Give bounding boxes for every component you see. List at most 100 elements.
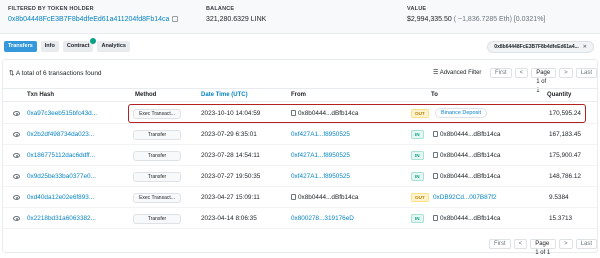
from-address[interactable]: 0xf427A1...f8950525	[291, 152, 350, 159]
to-address-text[interactable]: 0xDB92Cd...007B87f2	[433, 194, 497, 201]
txn-hash-link[interactable]: 0x186775112dac6ddff...	[27, 152, 95, 159]
pager-next-button[interactable]: >	[559, 68, 573, 78]
from-address-text[interactable]: 0xf427A1...f8950525	[291, 131, 350, 138]
eye-icon[interactable]	[13, 132, 20, 137]
value-block: VALUE $2,994,335.50 ( ~1,836.7285 Eth) […	[407, 6, 545, 23]
value-usd: $2,994,335.50	[407, 16, 452, 23]
from-address-text[interactable]: 0xf427A1...f8950525	[291, 152, 350, 159]
transactions-summary: ⇅ A total of 6 transactions found	[9, 69, 102, 77]
close-icon[interactable]: ✕	[583, 44, 587, 50]
tab-analytics[interactable]: Analytics	[97, 41, 130, 52]
to-address: 0x8b0444...dBfb14ca	[433, 131, 500, 138]
datetime-cell: 2023-04-14 8:06:35	[201, 215, 257, 222]
tab-contract-label[interactable]: Contract	[67, 43, 90, 49]
from-address[interactable]: 0x800278...319176eD	[291, 215, 354, 222]
table-header: Txn Hash Method Date Time (UTC) From To …	[3, 88, 597, 102]
table-row: 0x2b2df498734da023... Transfer 2023-07-29 …	[3, 125, 597, 145]
token-holder-summary: FILTERED BY TOKEN HOLDER 0x8b04448FcE3B7…	[0, 0, 600, 34]
value-eth-detail: ( ~1,836.7285 Eth) [0.0321%]	[453, 16, 546, 23]
quantity-cell: 167,183.45	[549, 131, 581, 138]
tab-transfers[interactable]: Transfers	[4, 41, 37, 52]
contract-doc-icon	[433, 152, 438, 158]
value-label: VALUE	[407, 6, 427, 12]
col-datetime[interactable]: Date Time (UTC)	[201, 92, 248, 98]
from-address[interactable]: 0xf427A1...f8950525	[291, 131, 350, 138]
col-quantity: Quantity	[547, 92, 572, 98]
to-address-text: 0x8b0444...dBfb14ca	[440, 152, 501, 159]
contract-doc-icon	[433, 173, 438, 179]
direction-badge: IN	[411, 172, 424, 181]
from-address-text[interactable]: 0xf427A1...f8950525	[291, 173, 350, 180]
quantity-cell: 15.3713	[549, 215, 573, 222]
datetime-cell: 2023-04-27 15:09:11	[201, 194, 260, 201]
quantity-cell: 9.5384	[549, 194, 569, 201]
pager-bottom: First < Page 1 of 1 > Last	[489, 239, 597, 256]
method-badge: Exec Transact...	[133, 193, 181, 203]
pager-last-button[interactable]: Last	[575, 239, 597, 249]
pager-first-button[interactable]: First	[489, 239, 511, 249]
to-address: 0x8b0444...dBfb14ca	[433, 152, 500, 159]
highlight-box	[128, 104, 586, 123]
filter-address-pill[interactable]: 0x8b64448FcE3B7F8b4dfeEd61a4... ✕	[487, 41, 594, 53]
txn-hash-link[interactable]: 0x9d25be33ba0377e0...	[27, 173, 96, 180]
eye-icon[interactable]	[13, 174, 20, 179]
table-row: 0xd40da12e02e6f893... Exec Transact... 202…	[3, 188, 597, 208]
pager-prev-button[interactable]: <	[513, 239, 528, 249]
contract-doc-icon	[433, 131, 438, 137]
to-address[interactable]: 0xDB92Cd...007B87f2	[433, 194, 497, 201]
to-address-text: 0x8b0444...dBfb14ca	[440, 131, 501, 138]
to-address: 0x8b0444...dBfb14ca	[433, 215, 500, 222]
method-badge: Transfer	[133, 214, 181, 224]
direction-badge: OUT	[411, 193, 429, 202]
pager-current: Page 1 of 1	[530, 239, 557, 256]
method-badge: Transfer	[133, 151, 181, 161]
copy-icon[interactable]	[172, 16, 179, 22]
from-address[interactable]: 0xf427A1...f8950525	[291, 173, 350, 180]
datetime-cell: 2023-07-29 6:35:01	[201, 131, 257, 138]
contract-doc-icon	[291, 194, 296, 200]
eye-icon[interactable]	[13, 153, 20, 158]
verified-check-icon	[90, 38, 97, 44]
txn-hash-link[interactable]: 0xd40da12e02e6f893...	[27, 194, 94, 201]
datetime-cell: 2023-07-28 14:54:11	[201, 152, 260, 159]
advanced-filter-button[interactable]: ☰ Advanced Filter	[433, 68, 481, 78]
filtered-by-label: FILTERED BY TOKEN HOLDER	[8, 6, 94, 12]
value-amount: $2,994,335.50 ( ~1,836.7285 Eth) [0.0321…	[407, 16, 545, 23]
col-method: Method	[135, 92, 157, 98]
txn-hash-link[interactable]: 0x2218bd31a6063382...	[27, 215, 96, 222]
tab-info[interactable]: Info	[40, 41, 59, 52]
direction-badge: IN	[411, 214, 424, 223]
col-txn-hash: Txn Hash	[27, 92, 55, 98]
eye-icon[interactable]	[13, 111, 20, 116]
eye-icon[interactable]	[13, 195, 20, 200]
txn-hash-link[interactable]: 0xa97c3eeb515bfc43d...	[27, 110, 97, 117]
from-address: 0x8b0444...dBfb14ca	[291, 194, 358, 201]
filtered-by-block: FILTERED BY TOKEN HOLDER 0x8b04448FcE3B7…	[8, 6, 179, 23]
eye-icon[interactable]	[13, 216, 20, 221]
method-badge: Transfer	[133, 172, 181, 182]
pager-prev-button[interactable]: <	[514, 68, 529, 78]
from-address-text: 0x8b0444...dBfb14ca	[298, 194, 359, 201]
direction-badge: IN	[411, 151, 424, 160]
method-badge: Transfer	[133, 130, 181, 140]
pager-last-button[interactable]: Last	[575, 68, 597, 78]
datetime-cell: 2023-07-27 19:50:35	[201, 173, 261, 180]
filter-address-text: 0x8b64448FcE3B7F8b4dfeEd61a4...	[494, 44, 579, 50]
from-address-text[interactable]: 0x800278...319176eD	[291, 215, 354, 222]
advanced-filter-label[interactable]: Advanced Filter	[440, 70, 482, 76]
pager-first-button[interactable]: First	[490, 68, 512, 78]
transactions-card: ⇅ A total of 6 transactions found ☰ Adva…	[2, 59, 598, 256]
pager-next-button[interactable]: >	[559, 239, 573, 249]
holder-address-text[interactable]: 0x8b04448FcE3B7F8b4dfeEd61a411204fd8Fb14…	[8, 16, 169, 23]
to-address-text: 0x8b0444...dBfb14ca	[440, 173, 501, 180]
contract-doc-icon	[433, 215, 438, 221]
summary-text: A total of 6 transactions found	[15, 70, 102, 77]
quantity-cell: 148,786.12	[549, 173, 581, 180]
tab-contract[interactable]: Contract	[62, 38, 97, 52]
txn-hash-link[interactable]: 0x2b2df498734da023...	[27, 131, 94, 138]
pager-current: Page 1 of 1	[531, 68, 557, 94]
col-from: From	[291, 92, 306, 98]
holder-address-link[interactable]: 0x8b04448FcE3B7F8b4dfeEd61a411204fd8Fb14…	[8, 16, 179, 23]
balance-value: 321,280.6329 LINK	[206, 16, 267, 23]
balance-block: BALANCE 321,280.6329 LINK	[206, 6, 266, 23]
